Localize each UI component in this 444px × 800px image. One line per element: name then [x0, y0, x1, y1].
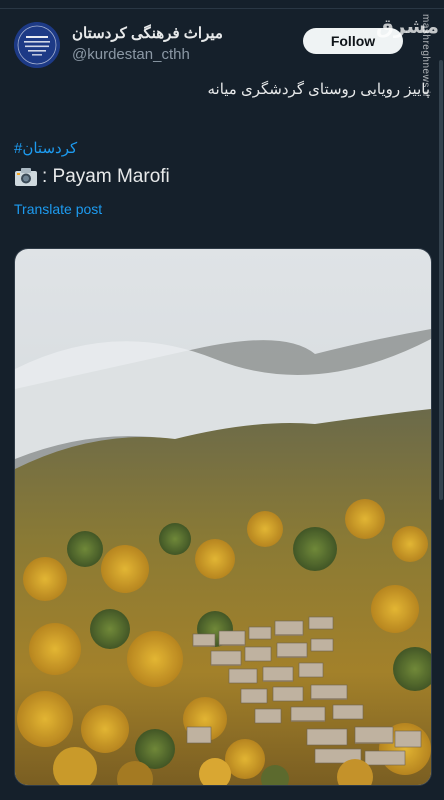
- landscape-photo: [15, 249, 431, 785]
- translate-post-link[interactable]: Translate post: [14, 201, 102, 217]
- author-handle[interactable]: @kurdestan_cthh: [72, 46, 190, 63]
- tweet-view: میراث فرهنگی کردستان @kurdestan_cthh Fol…: [0, 0, 444, 800]
- author-display-name[interactable]: میراث فرهنگی کردستان: [72, 24, 223, 42]
- photo-credit: : Payam Marofi: [14, 166, 170, 188]
- hashtag-link[interactable]: #کردستان: [14, 139, 77, 157]
- divider: [0, 8, 444, 9]
- photo-credit-text: : Payam Marofi: [42, 166, 170, 187]
- post-text: پاییز رویایی روستای گردشگری میانه: [207, 81, 430, 98]
- avatar[interactable]: [14, 22, 60, 68]
- post-photo[interactable]: [14, 248, 432, 786]
- watermark: مشرق mashreghnews.ir: [376, 14, 438, 124]
- scrollbar[interactable]: [439, 60, 443, 500]
- camera-icon: [15, 168, 37, 186]
- organization-logo-icon: [14, 22, 60, 68]
